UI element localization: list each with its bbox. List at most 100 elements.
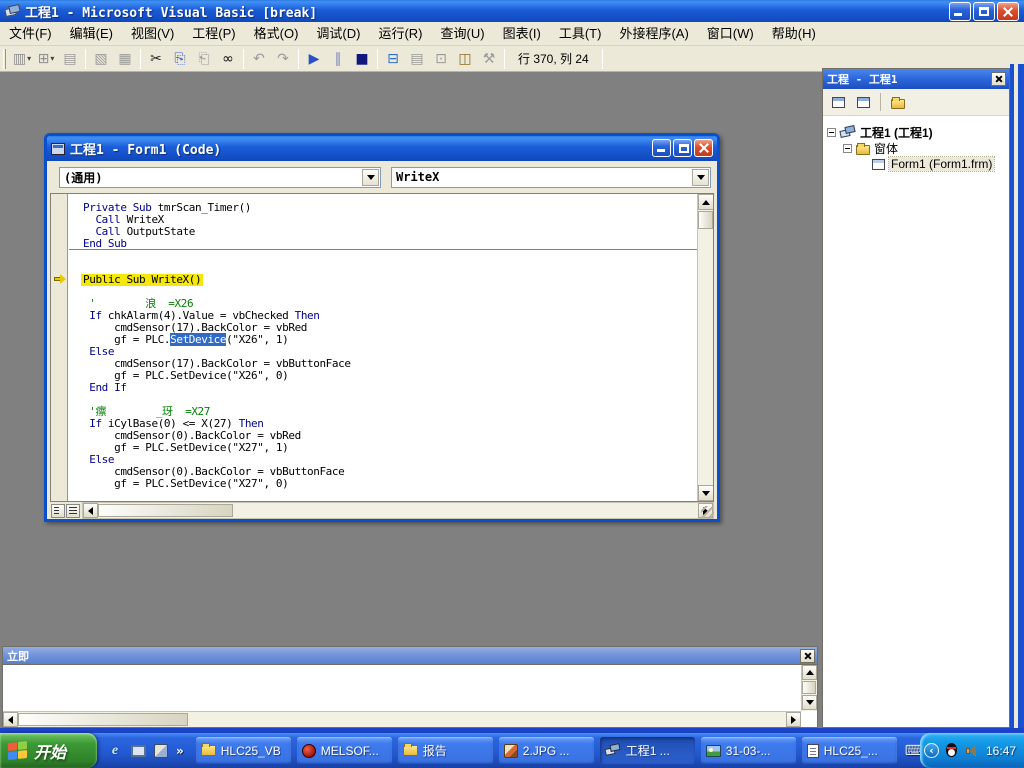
copy-button[interactable]: ⎘ (168, 48, 192, 70)
immediate-window-title-bar[interactable]: 立即 (3, 647, 817, 665)
object-dropdown-arrow-icon[interactable] (362, 169, 379, 186)
hscroll-thumb[interactable] (98, 504, 233, 517)
resize-grip[interactable] (701, 506, 714, 519)
vscroll-thumb[interactable] (802, 681, 816, 694)
cut-button[interactable]: ✂ (144, 48, 168, 70)
scroll-up-icon[interactable] (698, 194, 714, 210)
immediate-vertical-scrollbar[interactable] (801, 665, 817, 711)
collapse-expander-icon[interactable] (827, 128, 836, 137)
taskbar-button-31-03[interactable]: 31-03-... (701, 737, 796, 764)
immediate-horizontal-scrollbar[interactable] (3, 711, 801, 727)
qq-messenger-icon[interactable] (944, 743, 959, 759)
line-column-indicator: 行 370, 列 24 (518, 50, 589, 67)
maximize-button[interactable] (973, 2, 995, 21)
taskbar-button-2jpg[interactable]: 2.JPG ... (499, 737, 594, 764)
menu-editor-button[interactable]: ▤ (58, 48, 82, 70)
close-button[interactable] (997, 2, 1019, 21)
code-horizontal-scrollbar[interactable] (82, 502, 714, 519)
main-title-bar[interactable]: 工程1 - Microsoft Visual Basic [break] (0, 0, 1024, 22)
find-button[interactable]: ∞ (216, 48, 240, 70)
code-vertical-scrollbar[interactable] (697, 194, 713, 501)
menu-item-2[interactable]: 视图(V) (122, 22, 183, 45)
melsoft-icon (302, 744, 316, 758)
scroll-up-icon[interactable] (802, 665, 817, 680)
taskbar-button-baogao[interactable]: 报告 (398, 737, 493, 764)
redo-button[interactable]: ↷ (271, 48, 295, 70)
code-close-button[interactable] (694, 139, 713, 157)
tray-collapse-chevron-icon[interactable]: ‹ (924, 743, 939, 758)
toggle-folders-button[interactable] (886, 92, 909, 112)
menu-item-12[interactable]: 帮助(H) (763, 22, 825, 45)
view-object-button[interactable] (852, 92, 875, 112)
scroll-down-icon[interactable] (802, 695, 817, 710)
tree-item-label: Form1 (Form1.frm) (889, 157, 994, 171)
app-shortcut-icon[interactable] (154, 744, 168, 758)
toolbox-button[interactable]: ⚒ (477, 48, 501, 70)
show-desktop-icon[interactable] (131, 745, 146, 757)
menu-item-4[interactable]: 格式(O) (245, 22, 308, 45)
open-project-button[interactable]: ▧ (89, 48, 113, 70)
current-statement-arrow-icon (54, 275, 66, 283)
menu-item-6[interactable]: 运行(R) (369, 22, 431, 45)
taskbar-button-hlc25[interactable]: HLC25_... (802, 737, 897, 764)
pause-button[interactable]: ∥ (326, 48, 350, 70)
object-dropdown[interactable]: (通用) (59, 167, 381, 188)
scroll-left-icon[interactable] (3, 712, 18, 727)
scroll-right-icon[interactable] (786, 712, 801, 727)
code-line: gf = PLC.SetDevice("X27", 1) (83, 442, 697, 454)
immediate-close-icon[interactable] (800, 649, 815, 663)
taskbar-button-hlc25-vb[interactable]: HLC25_VB (196, 737, 291, 764)
ie-icon[interactable]: e (107, 743, 123, 759)
procedure-view-button[interactable] (51, 504, 65, 518)
save-project-button[interactable]: ▦ (113, 48, 137, 70)
project-explorer-title-bar[interactable]: 工程 - 工程1 (823, 69, 1009, 89)
properties-window-button[interactable]: ▤ (405, 48, 429, 70)
stop-button[interactable]: ■ (350, 48, 374, 70)
menu-item-1[interactable]: 编辑(E) (61, 22, 122, 45)
tree-item-forms-folder[interactable]: 窗体 (827, 140, 1007, 156)
full-module-view-button[interactable] (66, 504, 80, 518)
menu-item-7[interactable]: 查询(U) (432, 22, 494, 45)
menu-item-11[interactable]: 窗口(W) (698, 22, 763, 45)
project-explorer-close-icon[interactable] (991, 72, 1006, 86)
code-window-title-bar[interactable]: 工程1 - Form1 (Code) (47, 136, 717, 161)
minimize-button[interactable] (949, 2, 971, 21)
code-minimize-button[interactable] (652, 139, 671, 157)
taskbar-button-melsoft[interactable]: MELSOF... (297, 737, 392, 764)
add-form-button[interactable]: ⊞▾ (34, 48, 58, 70)
menu-item-9[interactable]: 工具(T) (550, 22, 611, 45)
menu-item-10[interactable]: 外接程序(A) (610, 22, 697, 45)
taskbar-button-gongcheng1[interactable]: 工程1 ... (600, 737, 695, 764)
view-code-button[interactable] (827, 92, 850, 112)
start-button[interactable]: 开始 (0, 733, 97, 768)
tree-item-form1[interactable]: Form1 (Form1.frm) (827, 156, 1007, 172)
project-explorer-button[interactable]: ⊟ (381, 48, 405, 70)
menu-bar: 文件(F)编辑(E)视图(V)工程(P)格式(O)调试(D)运行(R)查询(U)… (0, 22, 1024, 46)
code-editor[interactable]: Private Sub tmrScan_Timer() Call WriteX … (50, 193, 714, 502)
scroll-left-icon[interactable] (83, 503, 98, 518)
code-window-icon (51, 143, 65, 155)
procedure-dropdown-arrow-icon[interactable] (692, 169, 709, 186)
overflow-chevron-icon[interactable]: » (176, 744, 184, 758)
immediate-window-title: 立即 (7, 648, 29, 664)
menu-item-5[interactable]: 调试(D) (307, 22, 369, 45)
add-standard-exe-button[interactable]: ▥▾ (10, 48, 34, 70)
collapse-expander-icon[interactable] (843, 144, 852, 153)
undo-button[interactable]: ↶ (247, 48, 271, 70)
code-text[interactable]: Private Sub tmrScan_Timer() Call WriteX … (69, 194, 697, 501)
object-browser-button[interactable]: ◫ (453, 48, 477, 70)
tree-item-project[interactable]: 工程1 (工程1) (827, 124, 1007, 140)
menu-item-3[interactable]: 工程(P) (183, 22, 244, 45)
hscroll-thumb[interactable] (18, 713, 188, 726)
procedure-dropdown[interactable]: WriteX (391, 167, 711, 188)
vscroll-thumb[interactable] (698, 211, 713, 229)
scroll-down-icon[interactable] (698, 485, 714, 501)
menu-item-0[interactable]: 文件(F) (0, 22, 61, 45)
menu-item-8[interactable]: 图表(I) (494, 22, 550, 45)
form-layout-button[interactable]: ⊡ (429, 48, 453, 70)
code-margin[interactable] (51, 194, 68, 501)
paste-button[interactable]: ⎗ (192, 48, 216, 70)
code-maximize-button[interactable] (673, 139, 692, 157)
run-button[interactable]: ▶ (302, 48, 326, 70)
volume-icon[interactable] (965, 744, 979, 758)
